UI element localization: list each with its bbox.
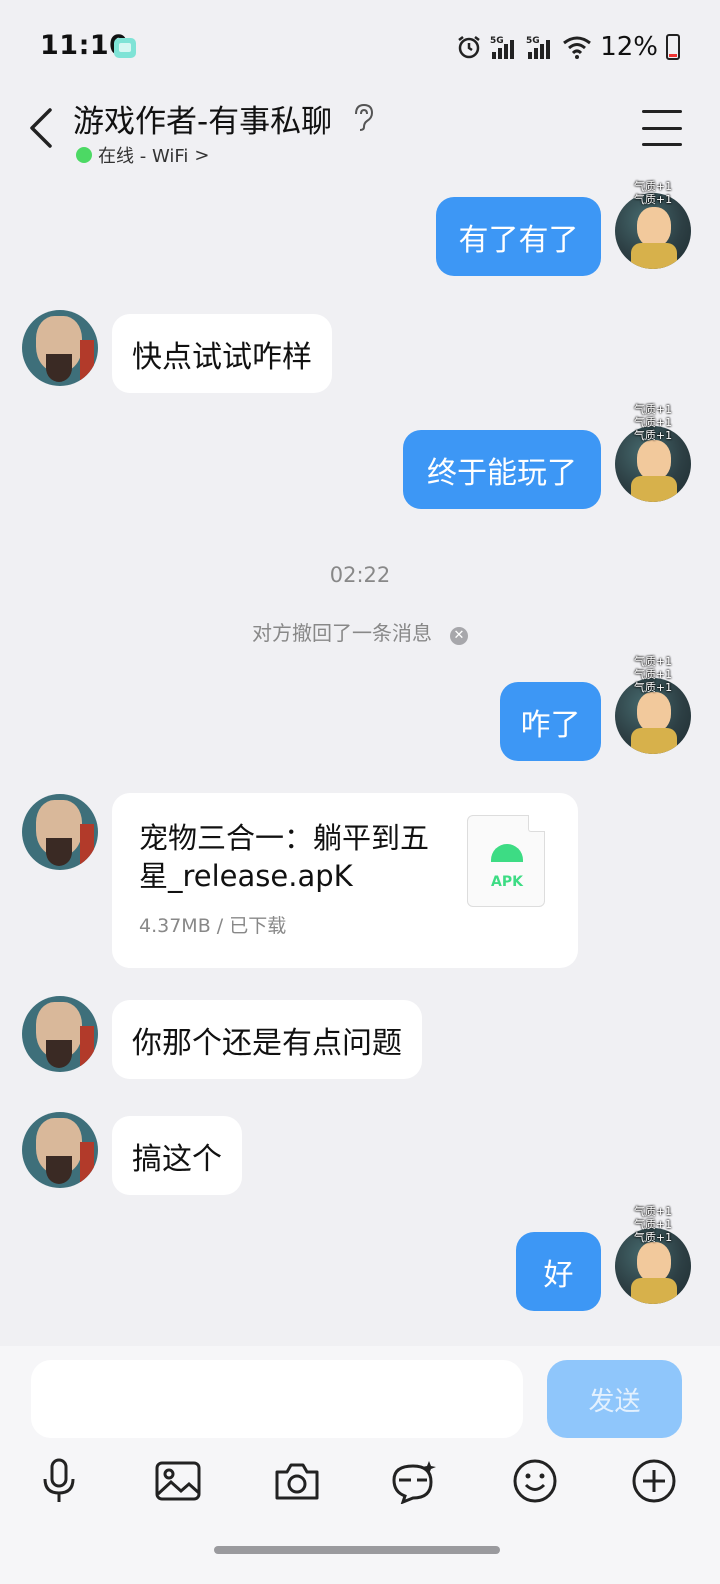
status-indicators: 5G 5G 12% [456,30,680,64]
menu-button[interactable] [642,110,682,146]
recall-notice: 对方撤回了一条消息 ✕ [0,617,720,646]
message-bubble-outgoing[interactable]: 终于能玩了 [403,430,601,509]
avatar-badge: 气质+1 气质+1 气质+1 [633,403,673,442]
chevron-right-icon: > [194,144,210,166]
notification-app-icon [114,38,136,58]
chat-header: 游戏作者-有事私聊 在线 - WiFi > [0,96,720,180]
online-status-text: 在线 - WiFi [98,146,189,167]
microphone-icon[interactable] [32,1454,86,1508]
alarm-icon [458,36,480,59]
svg-text:5G: 5G [490,36,504,46]
file-meta: 4.37MB / 已下载 [139,915,287,937]
timestamp: 02:22 [329,563,391,587]
message-bubble-outgoing[interactable]: 有了有了 [436,197,601,276]
message-bubble-incoming[interactable]: 快点试试咋样 [112,314,332,393]
image-icon[interactable] [151,1454,205,1508]
plus-icon[interactable] [627,1454,681,1508]
camera-icon[interactable] [270,1454,324,1508]
message-bubble-outgoing[interactable]: 咋了 [500,682,601,761]
svg-text:5G: 5G [526,36,540,46]
chat-screen: 11:10 5G 5G 12% 游戏作者-有事私聊 在线 - WiFi > 有了… [0,0,720,1584]
avatar-badge: 气质+1 气质+1 气质+1 [633,655,673,694]
send-button[interactable]: 发送 [547,1360,682,1438]
emoji-icon[interactable] [508,1454,562,1508]
file-message-card[interactable]: 宠物三合一：躺平到五星_release.apK 4.37MB / 已下载 APK [112,793,578,968]
close-icon[interactable]: ✕ [450,627,468,645]
message-input[interactable] [31,1360,523,1438]
online-dot-icon [76,147,92,163]
message-bubble-incoming[interactable]: 搞这个 [112,1116,242,1195]
toolbar [0,1454,720,1514]
chat-title[interactable]: 游戏作者-有事私聊 [73,96,332,141]
battery-icon [666,34,680,60]
status-bar: 11:10 5G 5G 12% [0,0,720,96]
back-arrow-icon[interactable] [22,104,62,152]
ear-icon[interactable] [350,102,376,132]
file-type-label: APK [491,874,523,890]
menu-line [642,126,682,130]
battery-percent: 12% [600,32,658,62]
avatar-peer[interactable] [22,1112,98,1188]
avatar-peer[interactable] [22,996,98,1072]
sticker-icon[interactable] [387,1454,441,1508]
file-name: 宠物三合一：躺平到五星_release.apK [139,821,430,893]
apk-file-icon: APK [467,815,545,907]
home-indicator[interactable] [214,1546,500,1554]
message-bubble-outgoing[interactable]: 好 [516,1232,601,1311]
signal-5g-icon: 5G [490,36,515,59]
avatar-badge: 气质+1 气质+1 气质+1 [633,1205,673,1244]
message-bubble-incoming[interactable]: 你那个还是有点问题 [112,1000,422,1079]
avatar-peer[interactable] [22,310,98,386]
menu-line [642,110,682,113]
android-icon [491,844,523,862]
online-status[interactable]: 在线 - WiFi > [76,142,209,168]
menu-line [642,143,682,146]
avatar-peer[interactable] [22,794,98,870]
recall-text: 对方撤回了一条消息 [252,621,432,645]
avatar-badge: 气质+1 气质+1 [633,180,673,206]
signal-5g-icon: 5G [526,36,551,59]
wifi-icon [563,36,592,59]
